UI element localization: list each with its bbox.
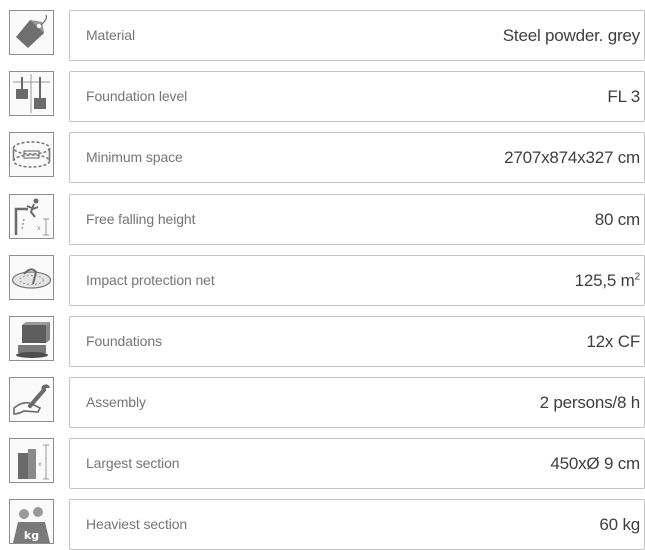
- impact-net-icon: [9, 255, 54, 300]
- svg-text:x: x: [38, 461, 42, 468]
- minimum-space-icon: [9, 132, 54, 177]
- spec-value: 12x CF: [586, 332, 640, 351]
- foundation-block-icon: [9, 316, 54, 361]
- spec-value: FL 3: [607, 87, 640, 106]
- spec-cell: Heaviest section 60 kg: [69, 499, 645, 550]
- spec-cell: Minimum space 2707x874x327 cm: [69, 132, 645, 183]
- spec-row-foundation-level: Foundation level FL 3: [0, 71, 645, 122]
- falling-height-icon: x: [9, 194, 54, 239]
- spec-cell: Material Steel powder. grey: [69, 10, 645, 61]
- spec-value: Steel powder. grey: [502, 26, 640, 45]
- weight-kg-text: kg: [24, 529, 39, 542]
- spec-label: Largest section: [86, 455, 180, 471]
- spec-value-superscript: 2: [634, 271, 641, 283]
- spec-cell: Foundations 12x CF: [69, 316, 645, 367]
- spec-row-free-falling-height: x Free falling height 80 cm: [0, 194, 645, 245]
- spec-value: 80 cm: [594, 210, 640, 229]
- spec-list: Material Steel powder. grey Foundation l…: [0, 0, 645, 550]
- spec-value: 2707x874x327 cm: [504, 148, 640, 167]
- spec-value: 2 persons/8 h: [539, 393, 641, 412]
- spec-row-impact-protection-net: Impact protection net 125,5 m2: [0, 255, 645, 306]
- spec-label: Free falling height: [86, 211, 196, 227]
- spec-row-heaviest-section: kg Heaviest section 60 kg: [0, 499, 645, 550]
- spec-label: Minimum space: [86, 149, 183, 165]
- spec-row-largest-section: x Largest section 450xØ 9 cm: [0, 438, 645, 489]
- section-length-icon: x: [9, 438, 54, 483]
- spec-cell: Foundation level FL 3: [69, 71, 645, 122]
- spec-label: Foundation level: [86, 88, 188, 104]
- spec-value: 125,5 m2: [574, 256, 641, 305]
- spec-row-minimum-space: Minimum space 2707x874x327 cm: [0, 132, 645, 183]
- spec-value: 450xØ 9 cm: [550, 454, 640, 473]
- weight-kg-icon: kg: [9, 499, 54, 544]
- spec-label: Foundations: [86, 333, 162, 349]
- spec-row-material: Material Steel powder. grey: [0, 10, 645, 61]
- spec-row-assembly: Assembly 2 persons/8 h: [0, 377, 645, 428]
- spec-cell: Free falling height 80 cm: [69, 194, 645, 245]
- spec-cell: Assembly 2 persons/8 h: [69, 377, 645, 428]
- spec-label: Material: [86, 27, 135, 43]
- spec-value-number: 125,5 m: [574, 271, 635, 290]
- spec-cell: Largest section 450xØ 9 cm: [69, 438, 645, 489]
- spec-label: Assembly: [86, 394, 146, 410]
- svg-text:x: x: [37, 225, 41, 232]
- spec-cell: Impact protection net 125,5 m2: [69, 255, 645, 306]
- price-tag-icon: [9, 10, 54, 55]
- spec-row-foundations: Foundations 12x CF: [0, 316, 645, 367]
- wrench-hand-icon: [9, 377, 54, 422]
- foundation-level-icon: [9, 71, 54, 116]
- spec-label: Impact protection net: [86, 272, 215, 288]
